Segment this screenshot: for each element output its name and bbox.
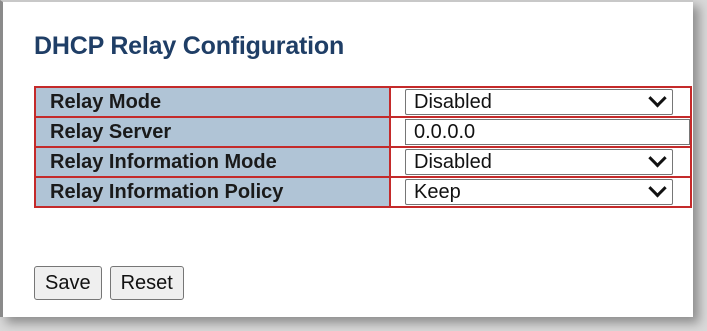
- relay-information-mode-value: Disabled: [414, 150, 492, 173]
- relay-mode-cell: Disabled: [389, 86, 692, 118]
- relay-information-mode-select[interactable]: Disabled: [405, 148, 673, 175]
- relay-mode-value: Disabled: [414, 90, 492, 113]
- relay-information-mode-label: Relay Information Mode: [34, 146, 391, 178]
- table-row-relay-information-policy: Relay Information Policy Keep: [34, 176, 692, 208]
- table-row-relay-mode: Relay Mode Disabled: [34, 86, 692, 118]
- chevron-down-icon: [648, 148, 667, 167]
- relay-information-policy-label: Relay Information Policy: [34, 176, 391, 208]
- relay-config-table: Relay Mode Disabled Relay Server Relay I…: [34, 86, 692, 208]
- page-title: DHCP Relay Configuration: [34, 32, 345, 60]
- relay-information-policy-select[interactable]: Keep: [405, 178, 673, 205]
- table-row-relay-information-mode: Relay Information Mode Disabled: [34, 146, 692, 178]
- save-button[interactable]: Save: [34, 266, 102, 300]
- relay-server-label: Relay Server: [34, 116, 391, 148]
- form-buttons: Save Reset: [34, 266, 184, 300]
- relay-information-mode-cell: Disabled: [389, 146, 692, 178]
- chevron-down-icon: [648, 178, 667, 197]
- chevron-down-icon: [648, 88, 667, 107]
- reset-button[interactable]: Reset: [109, 266, 184, 300]
- relay-server-cell: [389, 116, 692, 148]
- relay-mode-label: Relay Mode: [34, 86, 391, 118]
- relay-information-policy-cell: Keep: [389, 176, 692, 208]
- page-frame: DHCP Relay Configuration Relay Mode Disa…: [0, 0, 693, 317]
- relay-information-policy-value: Keep: [414, 180, 461, 203]
- table-row-relay-server: Relay Server: [34, 116, 692, 148]
- relay-server-input[interactable]: [405, 119, 690, 145]
- relay-mode-select[interactable]: Disabled: [405, 88, 673, 115]
